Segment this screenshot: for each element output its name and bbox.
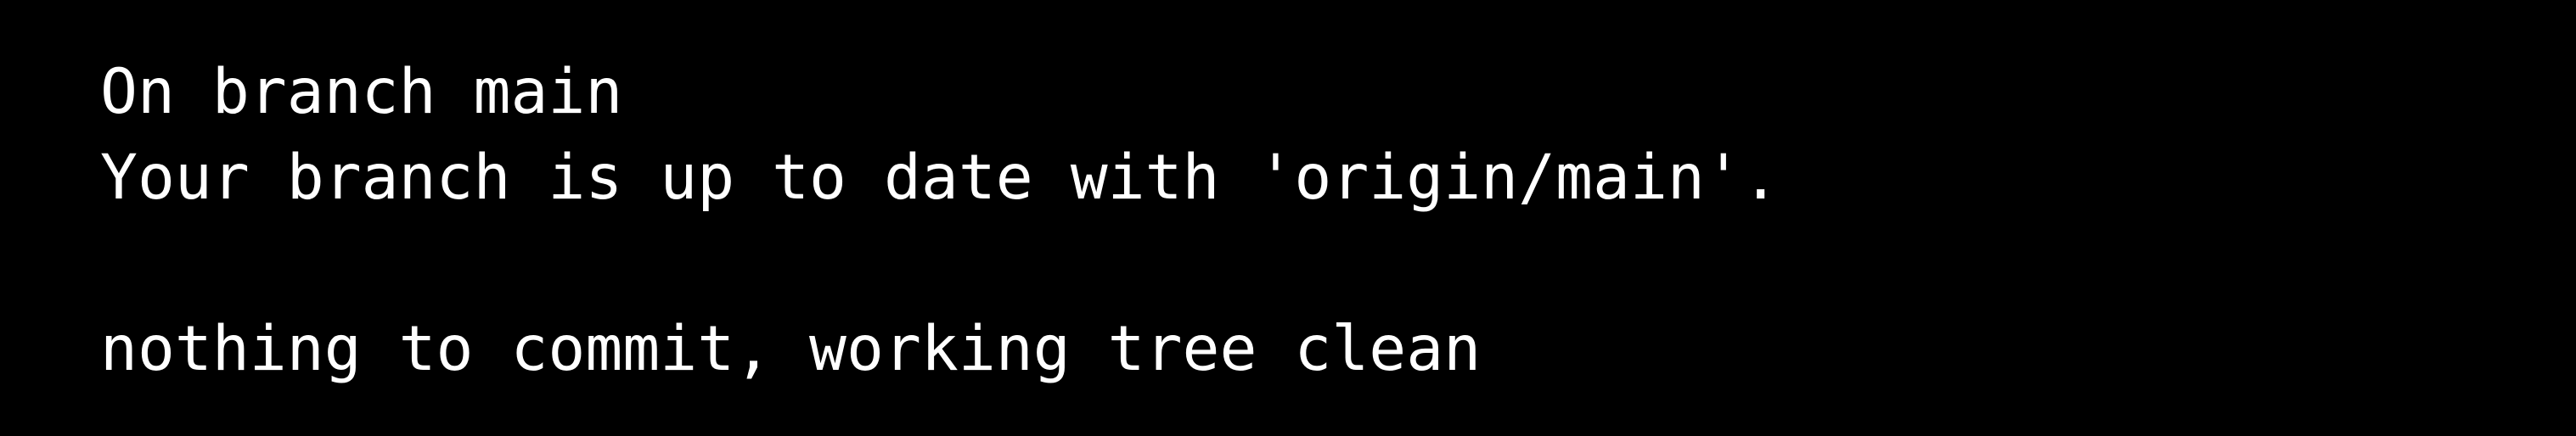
terminal-output: On branch main Your branch is up to date… [0,0,2576,436]
terminal-line-branch: On branch main [100,56,623,128]
terminal-line-upstream-status: Your branch is up to date with 'origin/m… [100,142,1780,214]
terminal-line-working-tree-status: nothing to commit, working tree clean [100,313,1482,385]
